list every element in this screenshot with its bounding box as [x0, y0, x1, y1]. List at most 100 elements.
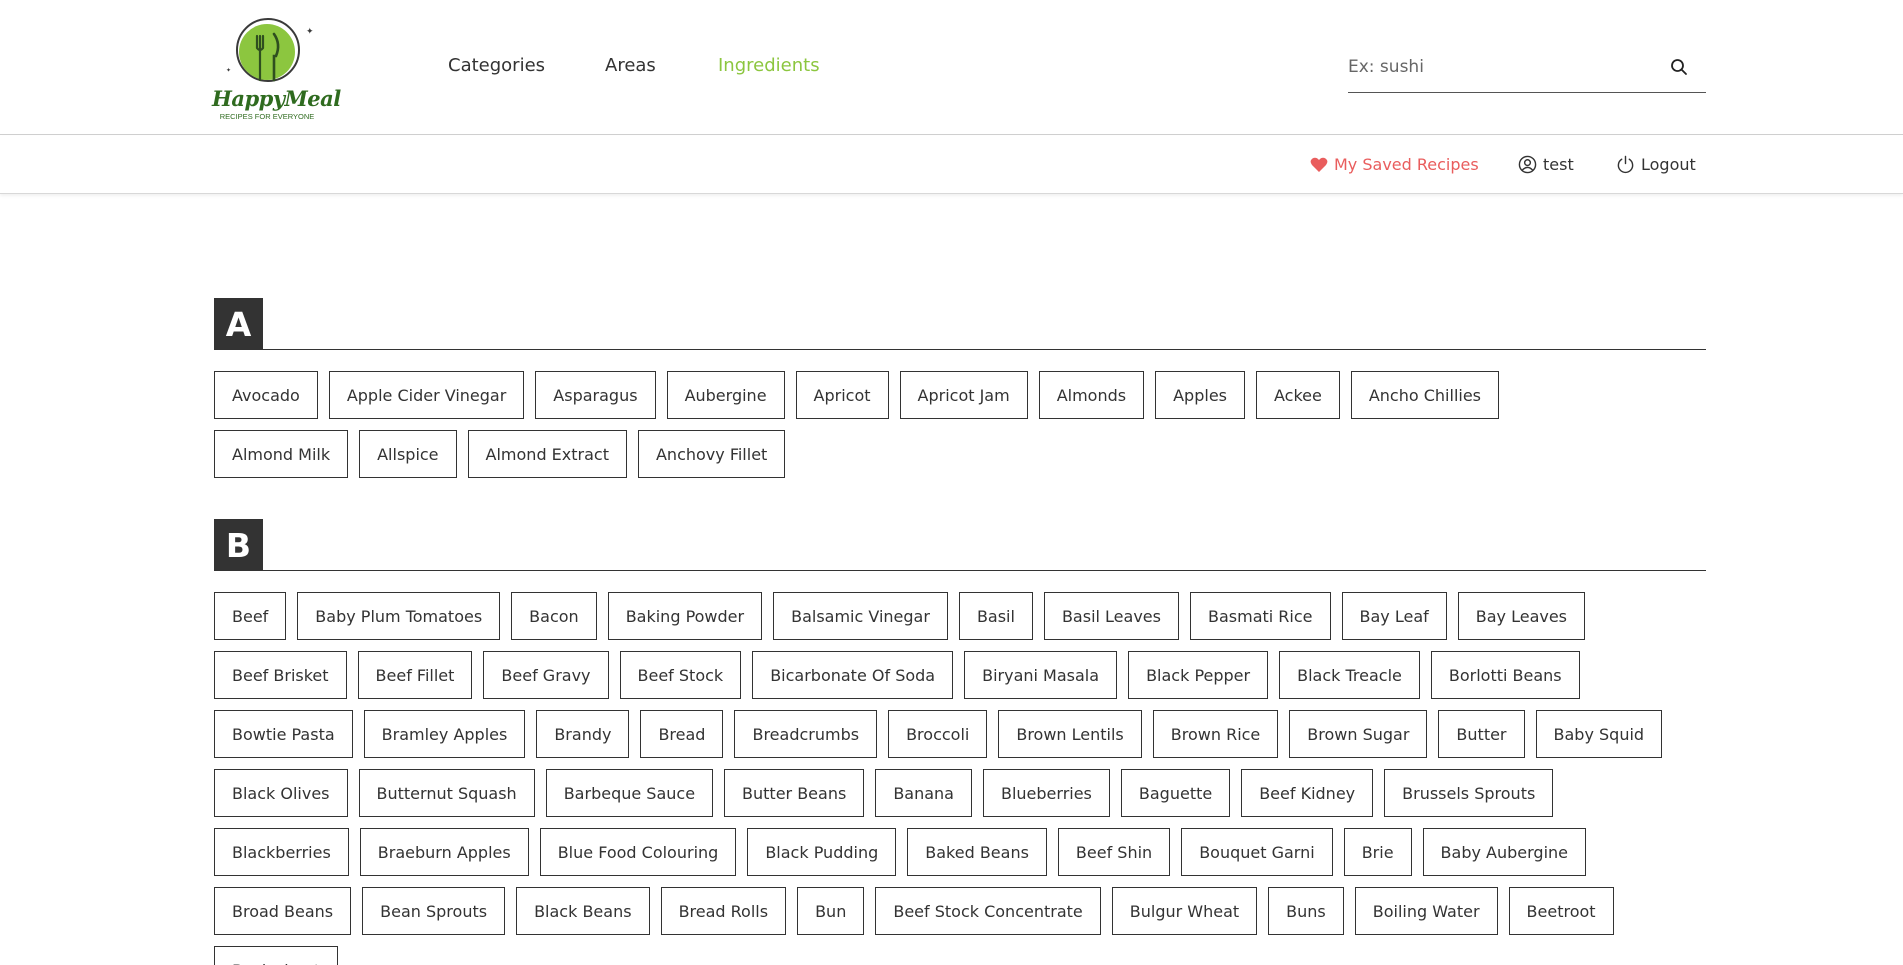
user-profile-link[interactable]: test — [1518, 155, 1574, 174]
username-label: test — [1543, 155, 1574, 174]
ingredient-chip[interactable]: Borlotti Beans — [1430, 651, 1580, 699]
ingredient-chip[interactable]: Broad Beans — [214, 887, 352, 935]
user-icon — [1518, 155, 1537, 174]
happymeal-logo[interactable]: ✦ ✦ HappyMeal RECIPES FOR EVERYONE — [212, 12, 341, 124]
ingredient-chip[interactable]: Bay Leaves — [1457, 592, 1586, 640]
ingredient-chip[interactable]: Beef Fillet — [357, 651, 473, 699]
search-button[interactable] — [1664, 53, 1694, 81]
ingredient-chip[interactable]: Balsamic Vinegar — [773, 592, 948, 640]
ingredient-chip[interactable]: Beef Stock Concentrate — [875, 887, 1101, 935]
section-header-a: A — [214, 298, 1706, 350]
ingredient-chip[interactable]: Braeburn Apples — [359, 828, 529, 876]
ingredient-chip[interactable]: Beef Brisket — [214, 651, 347, 699]
ingredient-chip[interactable]: Asparagus — [535, 371, 656, 419]
ingredient-chip[interactable]: Beef Kidney — [1241, 769, 1374, 817]
brand-tagline: RECIPES FOR EVERYONE — [219, 112, 315, 121]
saved-recipes-label: My Saved Recipes — [1334, 155, 1479, 174]
ingredient-chip[interactable]: Apples — [1155, 371, 1245, 419]
ingredient-chip[interactable]: Biryani Masala — [964, 651, 1118, 699]
ingredient-chip[interactable]: Anchovy Fillet — [637, 430, 786, 478]
power-icon — [1617, 155, 1634, 174]
top-header: ✦ ✦ HappyMeal RECIPES FOR EVERYONE Categ… — [0, 0, 1903, 135]
ingredient-chip[interactable]: Boiling Water — [1354, 887, 1498, 935]
ingredient-chip[interactable]: Baked Beans — [907, 828, 1047, 876]
ingredient-chip[interactable]: Avocado — [214, 371, 318, 419]
ingredient-chip[interactable]: Brown Rice — [1152, 710, 1279, 758]
ingredient-chip[interactable]: Beef Gravy — [483, 651, 609, 699]
ingredient-chip[interactable]: Baby Squid — [1535, 710, 1663, 758]
search-icon — [1671, 59, 1687, 75]
nav-categories[interactable]: Categories — [448, 55, 545, 76]
ingredient-chip[interactable]: Black Olives — [214, 769, 348, 817]
logout-link[interactable]: Logout — [1616, 155, 1696, 174]
ingredient-chip[interactable]: Almonds — [1038, 371, 1145, 419]
ingredient-chip[interactable]: Beef Stock — [619, 651, 742, 699]
ingredient-chip[interactable]: Aubergine — [666, 371, 785, 419]
ingredient-chip[interactable]: Bacon — [511, 592, 597, 640]
logout-label: Logout — [1641, 155, 1696, 174]
ingredient-chip[interactable]: Bowtie Pasta — [214, 710, 353, 758]
ingredient-chip[interactable]: Buns — [1268, 887, 1344, 935]
ingredient-chip[interactable]: Black Treacle — [1279, 651, 1420, 699]
ingredient-chip[interactable]: Black Beans — [516, 887, 650, 935]
search-input[interactable] — [1348, 52, 1658, 82]
ingredient-list-b: Beef Baby Plum Tomatoes Bacon Baking Powder… — [214, 592, 1674, 965]
ingredient-chip[interactable]: Brandy — [536, 710, 630, 758]
ingredient-chip[interactable]: Buckwheat — [214, 946, 339, 965]
ingredient-chip[interactable]: Banana — [875, 769, 972, 817]
nav-ingredients[interactable]: Ingredients — [718, 55, 820, 76]
ingredient-chip[interactable]: Brown Sugar — [1289, 710, 1428, 758]
ingredient-chip[interactable]: Blueberries — [982, 769, 1110, 817]
ingredient-chip[interactable]: Ackee — [1256, 371, 1340, 419]
logo-emblem-icon: ✦ ✦ — [226, 18, 314, 82]
ingredient-chip[interactable]: Butternut Squash — [358, 769, 535, 817]
ingredient-chip[interactable]: Butter Beans — [724, 769, 865, 817]
ingredient-chip[interactable]: Apricot — [795, 371, 889, 419]
ingredient-chip[interactable]: Basil Leaves — [1043, 592, 1179, 640]
ingredient-chip[interactable]: Basil — [958, 592, 1033, 640]
search-box — [1348, 44, 1706, 93]
ingredient-chip[interactable]: Bread — [640, 710, 724, 758]
ingredient-chip[interactable]: Beef Shin — [1057, 828, 1171, 876]
ingredient-chip[interactable]: Black Pudding — [747, 828, 897, 876]
heart-icon — [1310, 157, 1328, 172]
ingredient-chip[interactable]: Baby Aubergine — [1422, 828, 1586, 876]
nav-areas[interactable]: Areas — [605, 55, 656, 76]
ingredient-chip[interactable]: Almond Milk — [214, 430, 349, 478]
ingredient-chip[interactable]: Almond Extract — [467, 430, 627, 478]
ingredient-chip[interactable]: Breadcrumbs — [734, 710, 878, 758]
ingredient-chip[interactable]: Brie — [1343, 828, 1412, 876]
ingredient-chip[interactable]: Baking Powder — [607, 592, 763, 640]
section-header-b: B — [214, 519, 1706, 571]
section-letter: A — [214, 298, 263, 350]
ingredient-chip[interactable]: Ancho Chillies — [1350, 371, 1500, 419]
svg-text:✦: ✦ — [306, 27, 314, 37]
ingredient-chip[interactable]: Bun — [797, 887, 865, 935]
ingredient-chip[interactable]: Broccoli — [888, 710, 988, 758]
ingredient-chip[interactable]: Apple Cider Vinegar — [328, 371, 525, 419]
ingredient-chip[interactable]: Beef — [214, 592, 287, 640]
ingredient-chip[interactable]: Bean Sprouts — [362, 887, 506, 935]
ingredient-chip[interactable]: Apricot Jam — [899, 371, 1028, 419]
ingredient-chip[interactable]: Baguette — [1120, 769, 1231, 817]
ingredient-chip[interactable]: Brown Lentils — [998, 710, 1142, 758]
ingredient-chip[interactable]: Black Pepper — [1128, 651, 1269, 699]
ingredient-chip[interactable]: Bay Leaf — [1341, 592, 1447, 640]
ingredient-chip[interactable]: Brussels Sprouts — [1384, 769, 1554, 817]
svg-text:✦: ✦ — [226, 67, 231, 74]
ingredient-chip[interactable]: Bread Rolls — [660, 887, 787, 935]
ingredient-chip[interactable]: Bulgur Wheat — [1111, 887, 1258, 935]
ingredient-chip[interactable]: Bramley Apples — [363, 710, 526, 758]
ingredient-chip[interactable]: Butter — [1438, 710, 1525, 758]
saved-recipes-link[interactable]: My Saved Recipes — [1310, 155, 1479, 174]
ingredient-chip[interactable]: Barbeque Sauce — [545, 769, 714, 817]
ingredient-chip[interactable]: Basmati Rice — [1189, 592, 1331, 640]
ingredient-chip[interactable]: Bicarbonate Of Soda — [752, 651, 954, 699]
ingredient-chip[interactable]: Beetroot — [1508, 887, 1614, 935]
ingredient-list-a: Avocado Apple Cider Vinegar Asparagus Auber… — [214, 371, 1624, 478]
ingredient-chip[interactable]: Bouquet Garni — [1181, 828, 1333, 876]
ingredient-chip[interactable]: Blackberries — [214, 828, 349, 876]
ingredient-chip[interactable]: Allspice — [359, 430, 457, 478]
ingredient-chip[interactable]: Blue Food Colouring — [539, 828, 737, 876]
ingredient-chip[interactable]: Baby Plum Tomatoes — [297, 592, 501, 640]
